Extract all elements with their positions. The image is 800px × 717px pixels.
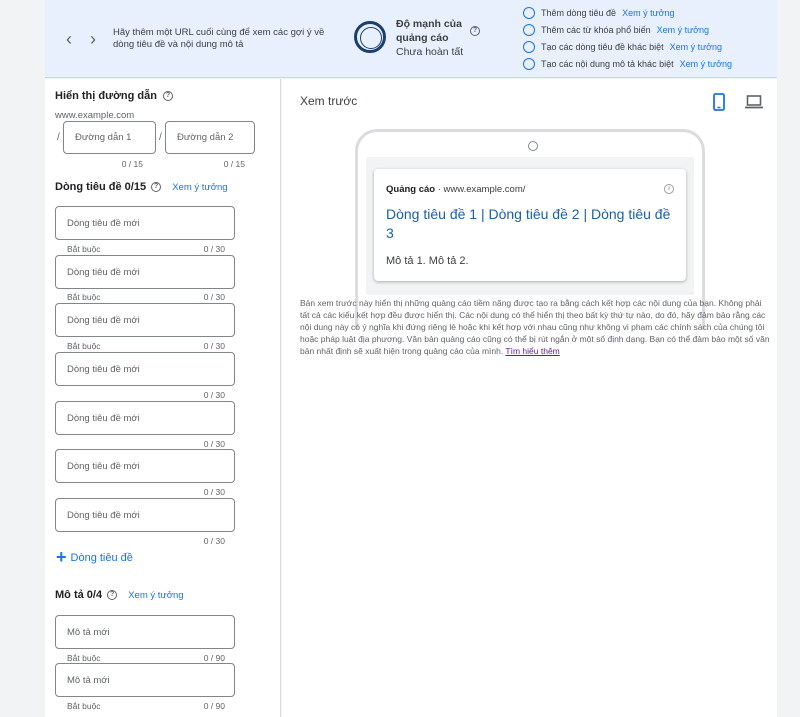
- ad-display-url: www.example.com/: [443, 184, 526, 195]
- headline-input-3[interactable]: Dòng tiêu đề mới: [55, 303, 235, 337]
- preview-title: Xem trước: [300, 94, 358, 108]
- ad-preview-card: Quảng cáo · www.example.com/ i Dòng tiêu…: [374, 169, 686, 281]
- headline-input-5[interactable]: Dòng tiêu đề mới: [55, 401, 235, 435]
- headline-input-1[interactable]: Dòng tiêu đề mới: [55, 206, 235, 240]
- help-icon[interactable]: ?: [163, 91, 174, 102]
- description-input-1[interactable]: Mô tả mới: [55, 615, 235, 649]
- headline-input-4[interactable]: Dòng tiêu đề mới: [55, 352, 235, 386]
- scrollbar[interactable]: [777, 0, 800, 717]
- ad-editor-panel: Hiển thị đường dẫn ? www.example.com / Đ…: [45, 79, 281, 717]
- info-icon[interactable]: i: [664, 184, 674, 194]
- ad-label: Quảng cáo · www.example.com/: [386, 184, 526, 195]
- headline-counter-2: 0 / 30: [203, 292, 225, 302]
- url-hint-text: Hãy thêm một URL cuối cùng để xem các gợ…: [113, 27, 325, 50]
- headline-counter-1: 0 / 30: [203, 244, 225, 254]
- headline-counter-7: 0 / 30: [203, 536, 225, 546]
- path-1-input[interactable]: Đường dẫn 1: [63, 121, 156, 154]
- descriptions-see-ideas-link[interactable]: Xem ý tưởng: [128, 590, 183, 601]
- headline-counter-3: 0 / 30: [203, 341, 225, 351]
- required-label: Bắt buộc: [67, 653, 101, 663]
- see-ideas-link[interactable]: Xem ý tưởng: [657, 25, 709, 35]
- help-icon[interactable]: ?: [107, 590, 118, 601]
- plus-icon: +: [56, 547, 67, 567]
- path-separator: /: [57, 132, 60, 143]
- headline-counter-5: 0 / 30: [203, 439, 225, 449]
- description-input-2[interactable]: Mô tả mới: [55, 663, 235, 697]
- headline-counter-6: 0 / 30: [203, 487, 225, 497]
- desktop-icon[interactable]: [745, 95, 763, 109]
- ad-headline: Dòng tiêu đề 1 | Dòng tiêu đề 2 | Dòng t…: [386, 206, 671, 241]
- path-separator: /: [159, 132, 162, 143]
- radio-circle-icon[interactable]: [523, 6, 535, 19]
- headline-input-2[interactable]: Dòng tiêu đề mới: [55, 255, 235, 289]
- help-icon[interactable]: ?: [470, 26, 480, 36]
- see-ideas-link[interactable]: Xem ý tưởng: [622, 8, 674, 18]
- display-path-title: Hiển thị đường dẫn ?: [55, 90, 174, 102]
- suggestion-unique-descriptions[interactable]: Tạo các nội dung mô tả khác biệt Xem ý tư…: [523, 57, 732, 70]
- camera-icon: [528, 141, 538, 151]
- path-2-counter: 0 / 15: [223, 159, 245, 169]
- chevron-right-icon[interactable]: ›: [85, 30, 101, 48]
- headline-input-7[interactable]: Dòng tiêu đề mới: [55, 498, 235, 532]
- headlines-see-ideas-link[interactable]: Xem ý tưởng: [172, 182, 227, 193]
- see-ideas-link[interactable]: Xem ý tưởng: [670, 42, 722, 52]
- mobile-icon[interactable]: [713, 93, 725, 111]
- description-counter-1: 0 / 90: [203, 653, 225, 663]
- ad-strength-bar: ‹ › Hãy thêm một URL cuối cùng để xem cá…: [45, 0, 777, 78]
- chevron-left-icon[interactable]: ‹: [61, 30, 77, 48]
- see-ideas-link[interactable]: Xem ý tưởng: [680, 59, 732, 69]
- ad-description: Mô tả 1. Mô tả 2.: [386, 255, 469, 267]
- suggestion-unique-headlines[interactable]: Tạo các dòng tiêu đề khác biệt Xem ý tưởn…: [523, 40, 722, 53]
- required-label: Bắt buộc: [67, 341, 101, 351]
- radio-circle-icon[interactable]: [523, 57, 535, 70]
- preview-disclaimer: Bản xem trước này hiển thị những quảng c…: [300, 298, 770, 356]
- path-2-input[interactable]: Đường dẫn 2: [165, 121, 255, 154]
- headline-input-6[interactable]: Dòng tiêu đề mới: [55, 449, 235, 483]
- add-headline-button[interactable]: + Dòng tiêu đề: [56, 547, 133, 568]
- headline-counter-4: 0 / 30: [203, 390, 225, 400]
- ad-strength-title: Độ mạnh của quảng cáo: [396, 18, 462, 44]
- required-label: Bắt buộc: [67, 292, 101, 302]
- required-label: Bắt buộc: [67, 701, 101, 711]
- preview-panel: Xem trước Quảng cáo · www.example.com/ i…: [282, 79, 777, 717]
- help-icon[interactable]: ?: [151, 182, 162, 193]
- phone-screen: Quảng cáo · www.example.com/ i Dòng tiêu…: [366, 157, 694, 295]
- radio-circle-icon[interactable]: [523, 40, 535, 53]
- ad-strength-status: Chưa hoàn tất: [396, 46, 464, 58]
- descriptions-title: Mô tả 0/4 ? Xem ý tưởng: [55, 589, 184, 601]
- path-1-counter: 0 / 15: [121, 159, 143, 169]
- ad-strength-ring-icon: [354, 21, 386, 53]
- description-counter-2: 0 / 90: [203, 701, 225, 711]
- radio-circle-icon[interactable]: [523, 23, 535, 36]
- display-domain: www.example.com: [55, 110, 135, 121]
- suggestion-popular-keywords[interactable]: Thêm các từ khóa phổ biến Xem ý tưởng: [523, 23, 709, 36]
- learn-more-link[interactable]: Tìm hiểu thêm: [505, 346, 559, 356]
- required-label: Bắt buộc: [67, 244, 101, 254]
- suggestion-add-headlines[interactable]: Thêm dòng tiêu đề Xem ý tưởng: [523, 6, 675, 19]
- headlines-title: Dòng tiêu đề 0/15 ? Xem ý tưởng: [55, 181, 228, 193]
